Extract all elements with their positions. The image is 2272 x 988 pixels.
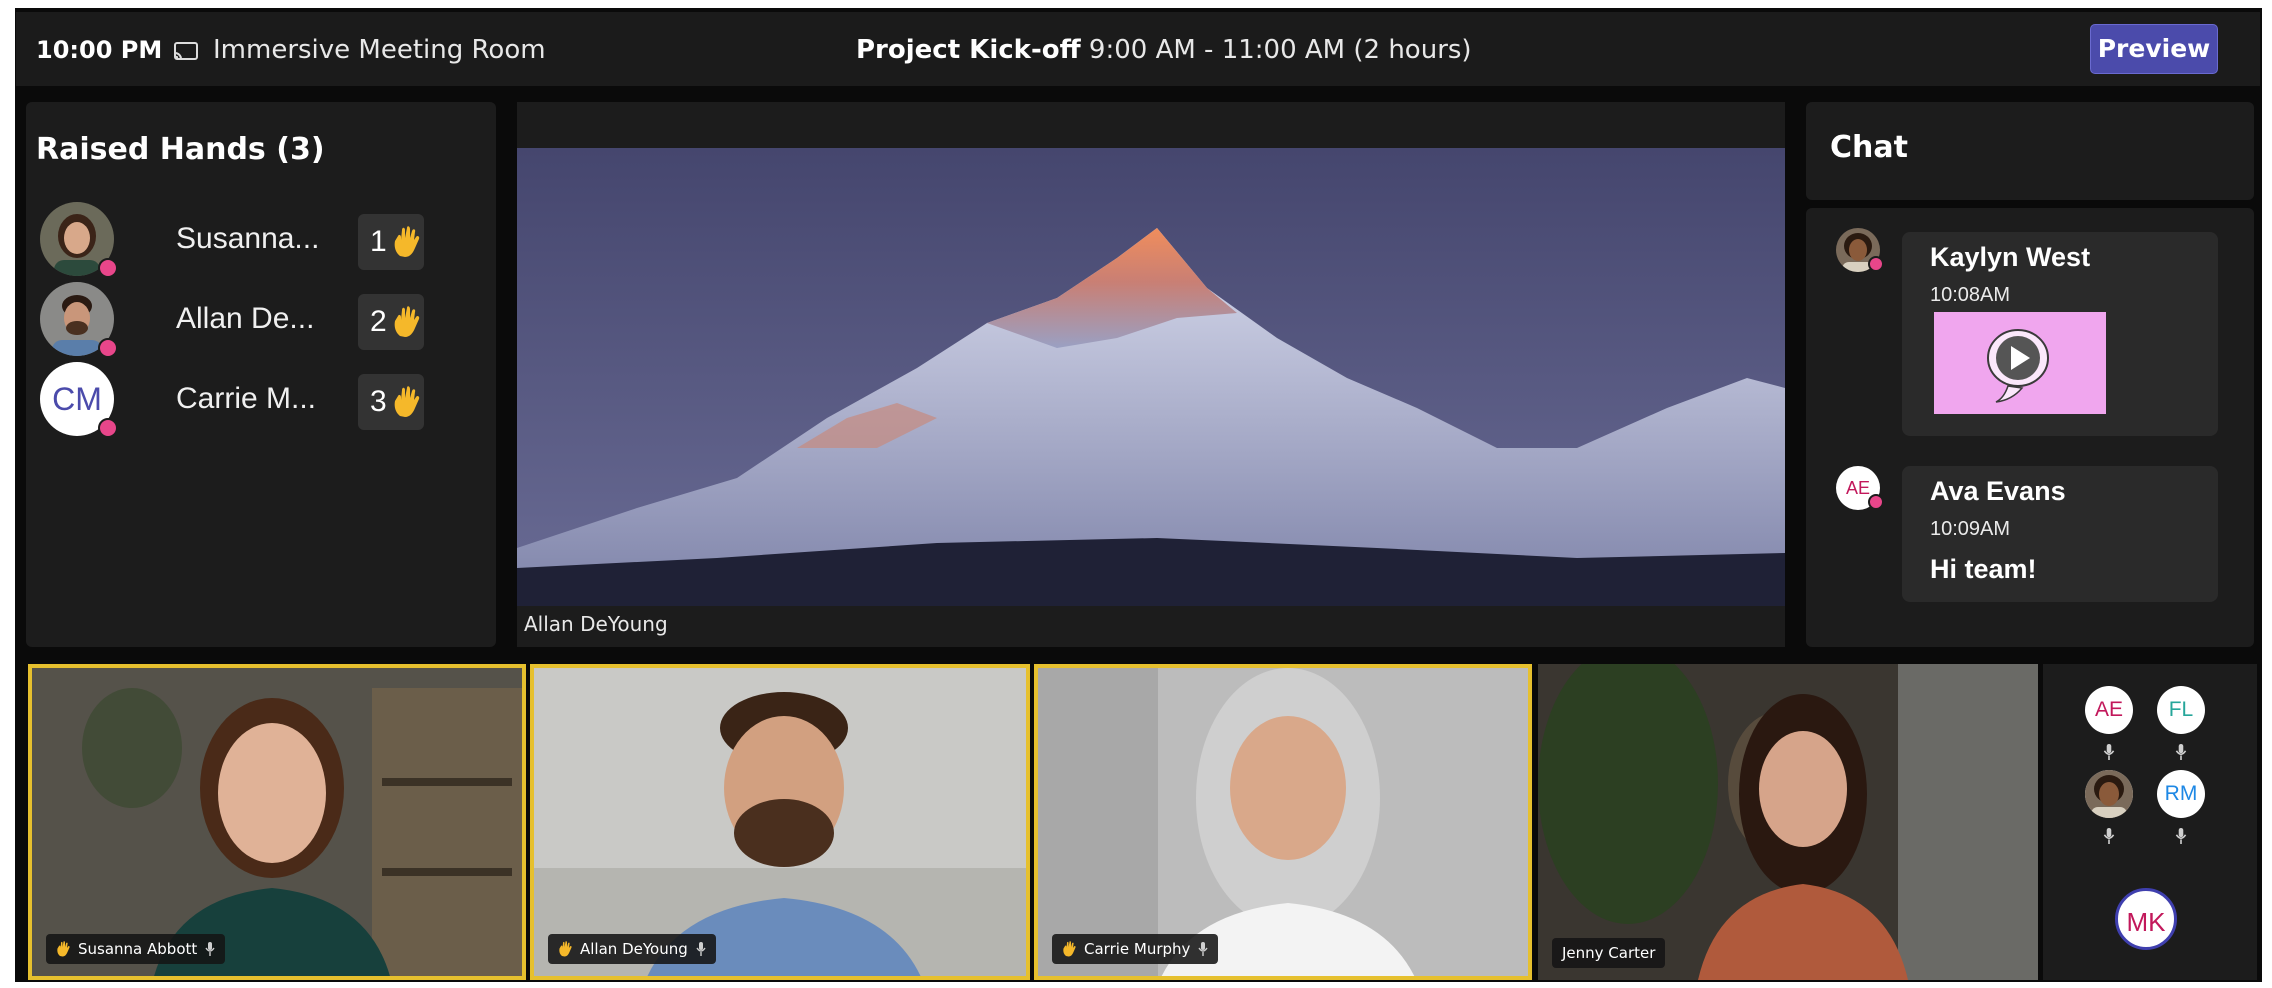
chat-text: Hi team! xyxy=(1930,554,2037,584)
participant-name: Susanna Abbott xyxy=(78,940,198,958)
presence-dot xyxy=(1868,256,1884,272)
mic-muted-icon xyxy=(1198,942,1209,956)
presence-dot xyxy=(98,418,118,438)
participant-label: Carrie Murphy xyxy=(1052,934,1219,964)
gif-play-icon[interactable] xyxy=(1996,336,2040,380)
mic-muted-icon xyxy=(2175,744,2187,760)
raised-hand-order-badge: 1 xyxy=(358,214,424,270)
participant-tile[interactable]: Susanna Abbott xyxy=(28,664,526,980)
chat-message: Kaylyn West 10:08AM xyxy=(1902,232,2218,436)
participant-name: Allan DeYoung xyxy=(580,940,688,958)
participant-tile[interactable]: Jenny Carter xyxy=(1538,664,2038,980)
participant-label: Susanna Abbott xyxy=(46,934,226,964)
raised-hand-icon xyxy=(559,941,572,957)
raised-hand-order: 2 xyxy=(370,305,387,338)
chat-time: 10:09AM xyxy=(1930,518,2011,540)
chat-time: 10:08AM xyxy=(1930,284,2011,306)
meeting-title: Project Kick-off xyxy=(856,35,1081,65)
meeting-time: 9:00 AM - 11:00 AM (2 hours) xyxy=(1088,35,1472,65)
mic-muted-icon xyxy=(2175,828,2187,844)
raised-hand-name: Allan De... xyxy=(176,302,315,335)
avatar-initials: AE xyxy=(2094,698,2123,721)
raised-hand-name: Susanna... xyxy=(176,222,320,255)
raised-hand-order: 3 xyxy=(370,385,387,418)
participant-tile[interactable]: Carrie Murphy xyxy=(1034,664,1532,980)
raised-hand-icon xyxy=(1063,941,1076,957)
shared-content-video[interactable] xyxy=(517,148,1785,606)
avatar[interactable]: FL xyxy=(2157,686,2205,734)
presence-dot xyxy=(98,258,118,278)
raised-hand-icon xyxy=(394,306,420,337)
raised-hand-item[interactable]: Allan De... 2 xyxy=(26,282,496,362)
meeting-info: Project Kick-off 9:00 AM - 11:00 AM (2 h… xyxy=(856,35,1472,65)
presence-dot xyxy=(1868,494,1884,510)
chat-sender: Ava Evans xyxy=(1930,476,2066,506)
raised-hands-title: Raised Hands (3) xyxy=(36,132,325,167)
stage-view: Allan DeYoung xyxy=(517,102,1785,647)
chat-message: Ava Evans 10:09AM Hi team! xyxy=(1902,466,2218,602)
raised-hand-order-badge: 3 xyxy=(358,374,424,430)
participant-video xyxy=(1538,664,2038,980)
participant-label: Jenny Carter xyxy=(1552,938,1666,968)
chat-title: Chat xyxy=(1830,130,1908,165)
room-name: Immersive Meeting Room xyxy=(213,35,546,65)
raised-hand-name: Carrie M... xyxy=(176,382,317,415)
gif-attachment[interactable] xyxy=(1934,312,2106,414)
avatar-initials: MK xyxy=(2126,907,2166,937)
raised-hand-order: 1 xyxy=(370,225,387,258)
clock-time: 10:00 PM xyxy=(36,36,163,64)
participant-label: Allan DeYoung xyxy=(548,934,716,964)
mic-muted-icon xyxy=(205,942,215,956)
participant-name: Carrie Murphy xyxy=(1084,940,1191,958)
raised-hand-icon xyxy=(57,941,70,957)
participant-roster: AE FL RM MK xyxy=(2043,664,2257,980)
raised-hand-icon xyxy=(394,386,420,417)
participant-name: Jenny Carter xyxy=(1562,944,1656,962)
mic-muted-icon xyxy=(2103,828,2115,844)
raised-hands-panel: Raised Hands (3) Susanna... 1 Allan De..… xyxy=(26,102,496,647)
presence-dot xyxy=(98,338,118,358)
avatar[interactable]: RM xyxy=(2157,770,2205,818)
top-bar: 10:00 PM Immersive Meeting Room Project … xyxy=(16,12,2260,86)
raised-hand-item[interactable]: Susanna... 1 xyxy=(26,202,496,282)
speaker-caption: Allan DeYoung xyxy=(524,612,668,636)
avatar[interactable]: MK xyxy=(2115,888,2177,950)
participant-tile[interactable]: Allan DeYoung xyxy=(530,664,1030,980)
raised-hand-item[interactable]: CM Carrie M... 3 xyxy=(26,362,496,442)
mountain-landscape-image xyxy=(517,148,1785,606)
raised-hand-order-badge: 2 xyxy=(358,294,424,350)
mic-muted-icon xyxy=(2103,744,2115,760)
mic-muted-icon xyxy=(696,942,706,956)
preview-button[interactable]: Preview xyxy=(2090,24,2218,74)
chat-panel[interactable]: Kaylyn West 10:08AM AE Ava Evans 10:09AM… xyxy=(1806,208,2254,647)
cast-screen-icon xyxy=(174,42,198,60)
chat-header: Chat xyxy=(1806,102,2254,200)
avatar-initials: RM xyxy=(2164,782,2198,805)
chat-sender: Kaylyn West xyxy=(1930,242,2091,272)
raised-hand-icon xyxy=(394,226,420,257)
avatar[interactable]: AE xyxy=(2085,686,2133,734)
avatar-initials: FL xyxy=(2168,698,2194,721)
avatar[interactable] xyxy=(2085,770,2133,818)
